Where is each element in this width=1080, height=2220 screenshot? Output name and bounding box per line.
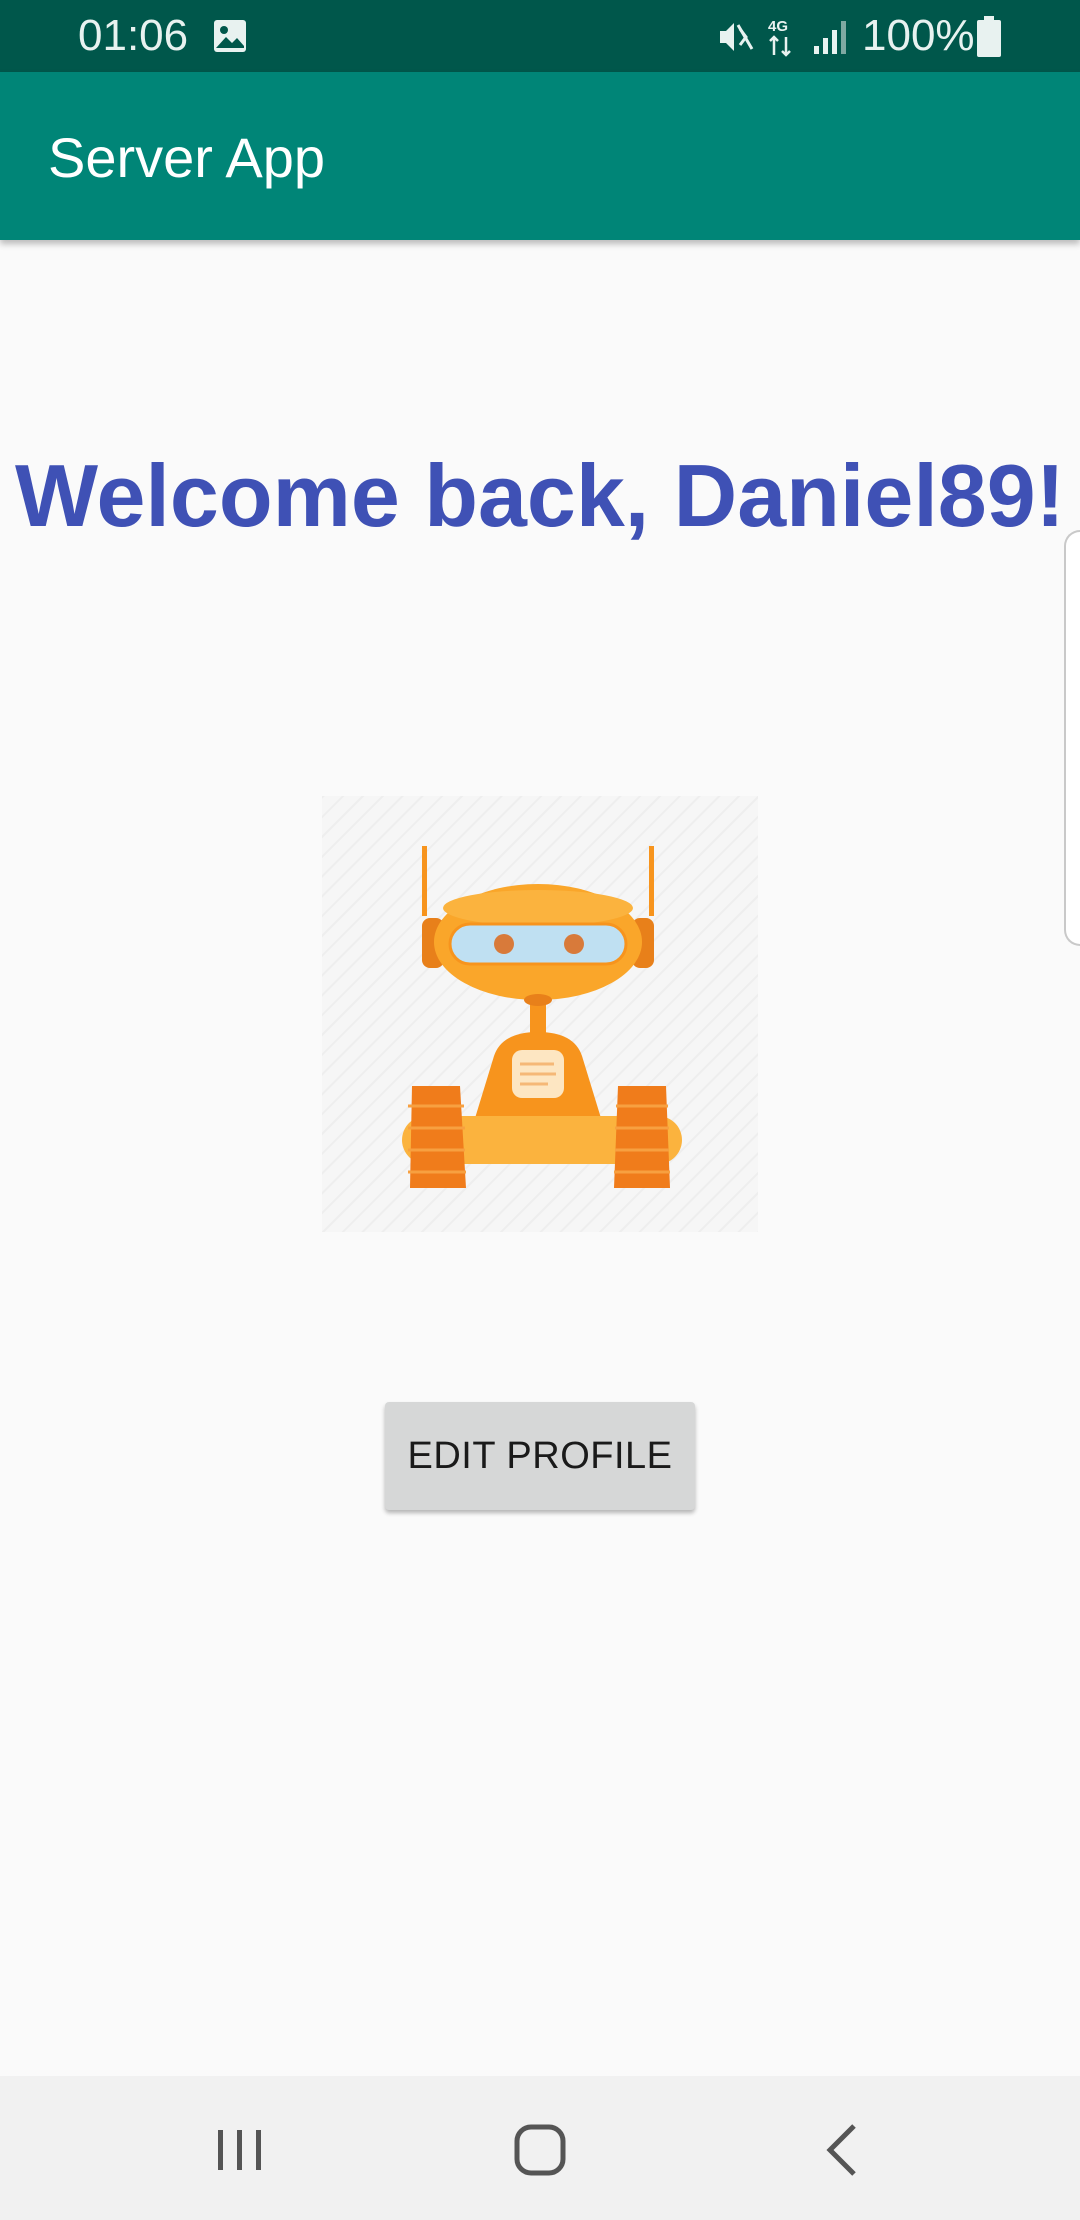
robot-icon — [322, 796, 758, 1232]
recent-apps-icon[interactable] — [210, 2124, 270, 2176]
navigation-bar — [0, 2076, 1080, 2220]
mute-icon — [720, 23, 754, 51]
profile-avatar — [322, 796, 758, 1232]
battery-percentage: 100% — [862, 11, 975, 60]
app-bar: Server App — [0, 72, 1080, 240]
app-title: Server App — [48, 126, 326, 189]
welcome-heading: Welcome back, Daniel89! — [15, 446, 1065, 545]
signal-icon — [814, 21, 846, 54]
network-4g-icon: 4G — [768, 18, 791, 57]
image-icon — [214, 20, 246, 52]
edge-panel-handle[interactable] — [1064, 530, 1080, 946]
edit-profile-button[interactable]: EDIT PROFILE — [385, 1402, 695, 1510]
back-icon[interactable] — [818, 2120, 868, 2180]
screen: 01:06 4G 100% Server App Welcome back, D… — [0, 0, 1080, 2220]
battery-icon — [977, 16, 1001, 57]
home-icon[interactable] — [512, 2122, 568, 2178]
status-bar: 01:06 4G 100% — [0, 0, 1080, 72]
status-time: 01:06 — [78, 11, 189, 60]
svg-text:4G: 4G — [768, 18, 788, 35]
